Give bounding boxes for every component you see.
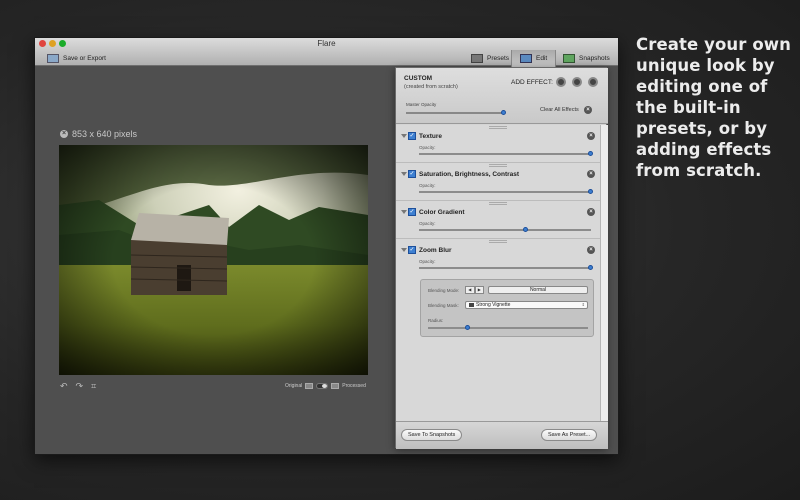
original-processed-switch[interactable]: [316, 383, 329, 389]
titlebar: Flare Save or Export Presets Edit Snapsh…: [35, 38, 618, 67]
window-title: Flare: [317, 39, 336, 48]
original-label: Original: [285, 383, 303, 389]
blending-mode-label: Blending Mode:: [428, 288, 460, 293]
image-dimensions-label: 853 x 640 pixels: [72, 129, 138, 139]
next-mode-icon[interactable]: ▶: [474, 286, 484, 294]
app-window: Flare Save or Export Presets Edit Snapsh…: [34, 37, 619, 455]
preset-title: CUSTOM: [404, 75, 433, 82]
tab-snapshots-label: Snapshots: [579, 54, 610, 62]
tab-edit-label: Edit: [536, 55, 548, 62]
slider-knob[interactable]: [588, 151, 593, 156]
close-image-icon[interactable]: ×: [60, 130, 68, 138]
remove-effect-icon[interactable]: ×: [587, 246, 595, 254]
master-opacity-slider[interactable]: [406, 110, 506, 115]
original-thumb-icon: [305, 383, 314, 389]
slider-knob[interactable]: [522, 227, 528, 232]
mask-swatch-icon: [469, 302, 474, 307]
effect-enabled-checkbox[interactable]: ✓: [408, 208, 416, 216]
effect-name: Zoom Blur: [419, 247, 452, 254]
opacity-label: Opacity:: [419, 145, 436, 150]
radius-label: Radius:: [428, 318, 444, 323]
image-dimensions: × 853 x 640 pixels: [60, 129, 137, 139]
remove-effect-icon[interactable]: ×: [587, 170, 595, 178]
previous-mode-icon[interactable]: ◀: [465, 286, 475, 294]
opacity-label: Opacity:: [419, 221, 436, 226]
blending-mask-value: Strong Vignette: [476, 302, 511, 308]
effects-list: ✓ Texture × Opacity: ✓ Saturation, Brigh…: [396, 125, 600, 421]
effect-enabled-checkbox[interactable]: ✓: [408, 132, 416, 140]
opacity-slider[interactable]: [419, 227, 591, 232]
select-arrows-icon: ⇕: [581, 302, 585, 307]
undo-icon[interactable]: ↶: [60, 381, 68, 392]
effect-color-gradient[interactable]: ✓ Color Gradient × Opacity:: [396, 201, 600, 239]
blending-mode-button[interactable]: Normal: [488, 286, 588, 294]
effect-enabled-checkbox[interactable]: ✓: [408, 246, 416, 254]
photo-tools: ↶ ↷ ⌗: [60, 381, 96, 392]
add-burst-effect-icon[interactable]: [588, 77, 598, 87]
save-export-button[interactable]: Save or Export: [47, 50, 106, 66]
presets-icon: [471, 53, 483, 63]
effect-name: Saturation, Brightness, Contrast: [419, 171, 520, 178]
disclosure-triangle-icon[interactable]: [401, 210, 407, 214]
opacity-slider[interactable]: [419, 151, 593, 156]
save-as-preset-button[interactable]: Save As Preset...: [541, 429, 598, 441]
crop-icon[interactable]: ⌗: [91, 381, 96, 392]
save-to-snapshots-button[interactable]: Save To Snapshots: [401, 429, 463, 441]
tab-snapshots[interactable]: Snapshots: [555, 50, 618, 66]
effects-scrollbar[interactable]: [600, 125, 608, 421]
processed-thumb-icon: [331, 383, 340, 389]
save-export-icon: [47, 53, 59, 63]
drag-handle-icon[interactable]: [489, 202, 507, 205]
clear-all-icon[interactable]: ×: [584, 106, 592, 114]
effect-name: Color Gradient: [419, 209, 465, 216]
effect-zoom-blur[interactable]: ✓ Zoom Blur × Opacity: Blending Mode: ◀ …: [396, 239, 600, 421]
cabin-photo: [59, 145, 368, 375]
promo-text: Create your own unique look by editing o…: [636, 35, 791, 180]
tab-edit[interactable]: Edit: [511, 50, 557, 67]
disclosure-triangle-icon[interactable]: [401, 248, 407, 252]
remove-effect-icon[interactable]: ×: [587, 208, 595, 216]
zoom-blur-options: Blending Mode: ◀ ▶ Normal Blending Mask:…: [420, 279, 594, 337]
slider-knob[interactable]: [501, 110, 506, 115]
clear-all-effects-button[interactable]: Clear All Effects: [540, 107, 579, 113]
remove-effect-icon[interactable]: ×: [587, 132, 595, 140]
blending-mask-select[interactable]: Strong Vignette ⇕: [465, 301, 588, 309]
drag-handle-icon[interactable]: [489, 126, 507, 129]
drag-handle-icon[interactable]: [489, 240, 507, 243]
compare-toggle: Original Processed: [285, 383, 366, 389]
edit-icon: [520, 54, 532, 63]
add-color-effect-icon[interactable]: [556, 77, 566, 87]
disclosure-triangle-icon[interactable]: [401, 134, 407, 138]
save-export-label: Save or Export: [63, 54, 106, 62]
slider-knob[interactable]: [465, 325, 470, 330]
add-effect-label: ADD EFFECT:: [511, 79, 553, 86]
effect-saturation-brightness-contrast[interactable]: ✓ Saturation, Brightness, Contrast × Opa…: [396, 163, 600, 201]
tab-presets[interactable]: Presets: [463, 50, 517, 66]
edit-panel: CUSTOM (created from scratch) ADD EFFECT…: [395, 67, 608, 449]
blending-mask-label: Blending Mask:: [428, 303, 459, 308]
panel-footer: Save To Snapshots Save As Preset...: [396, 421, 608, 449]
opacity-label: Opacity:: [419, 183, 436, 188]
effect-enabled-checkbox[interactable]: ✓: [408, 170, 416, 178]
slider-knob[interactable]: [588, 189, 593, 194]
snapshots-icon: [563, 53, 575, 63]
master-opacity-label: Master Opacity: [406, 102, 437, 107]
opacity-slider[interactable]: [419, 265, 593, 270]
effect-texture[interactable]: ✓ Texture × Opacity:: [396, 125, 600, 163]
opacity-slider[interactable]: [419, 189, 593, 194]
redo-icon[interactable]: ↷: [76, 381, 84, 392]
preset-subtitle: (created from scratch): [404, 84, 458, 90]
processed-label: Processed: [342, 383, 366, 389]
effect-name: Texture: [419, 133, 442, 140]
disclosure-triangle-icon[interactable]: [401, 172, 407, 176]
add-gear-effect-icon[interactable]: [572, 77, 582, 87]
photo-preview[interactable]: [59, 145, 368, 375]
slider-knob[interactable]: [588, 265, 593, 270]
opacity-label: Opacity:: [419, 259, 436, 264]
drag-handle-icon[interactable]: [489, 164, 507, 167]
radius-slider[interactable]: [428, 325, 588, 330]
panel-header: CUSTOM (created from scratch) ADD EFFECT…: [396, 68, 608, 124]
blending-mode-stepper[interactable]: ◀ ▶: [465, 286, 484, 294]
tab-presets-label: Presets: [487, 54, 510, 62]
